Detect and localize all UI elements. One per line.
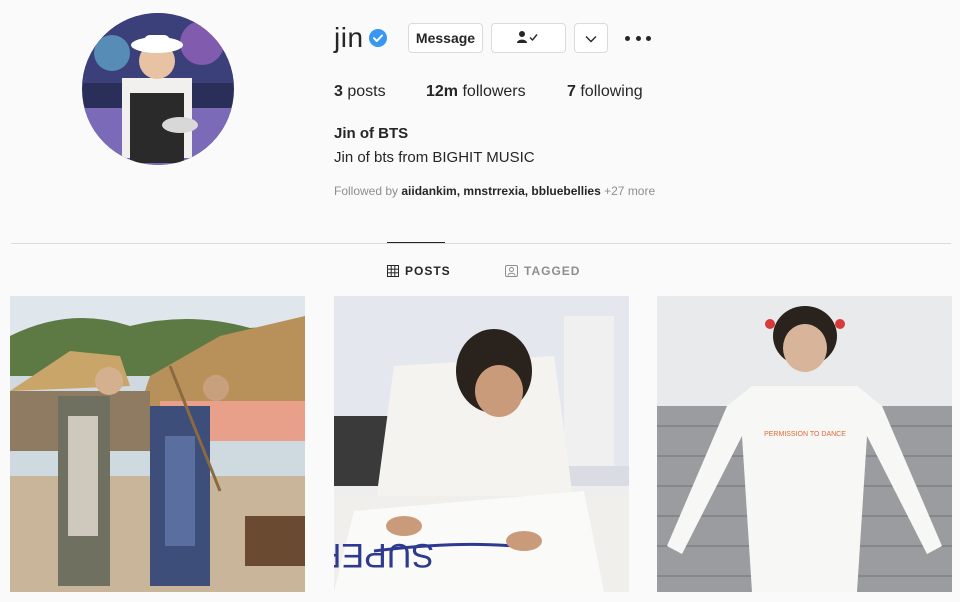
tab-posts-label: POSTS [405,264,451,278]
tab-posts[interactable]: POSTS [387,264,451,278]
profile-username: jin [334,22,364,53]
grid-icon [387,265,399,277]
active-tab-indicator [387,242,445,243]
post-thumbnail-2[interactable]: SUPER [334,296,629,592]
posts-count: 3 posts [334,83,386,100]
tab-tagged[interactable]: TAGGED [505,264,580,278]
post-thumbnail-1[interactable] [10,296,305,592]
tabs-divider [11,243,951,244]
post-thumbnail-3[interactable]: PERMISSION TO DANCE [657,296,952,592]
following-link[interactable]: 7 following [567,83,643,101]
following-check-icon [516,30,542,47]
chevron-down-icon [585,30,597,46]
profile-avatar[interactable] [82,13,234,165]
tagged-user-icon [505,265,518,277]
followers-link[interactable]: 12m followers [426,83,526,101]
profile-bio: Jin of bts from BIGHIT MUSIC [334,149,535,166]
shirt-print-text: PERMISSION TO DANCE [764,431,846,438]
message-button[interactable]: Message [408,23,483,53]
following-button[interactable] [491,23,566,53]
more-options-icon[interactable] [625,30,651,46]
verified-badge-icon [369,29,387,47]
tab-tagged-label: TAGGED [524,264,581,278]
suggested-dropdown-button[interactable] [574,23,608,53]
profile-full-name: Jin of BTS [334,125,409,142]
followed-by-text[interactable]: Followed by aiidankim, mnstrrexia, bblue… [334,184,655,198]
shirt-writing-text: SUPER [334,536,434,574]
